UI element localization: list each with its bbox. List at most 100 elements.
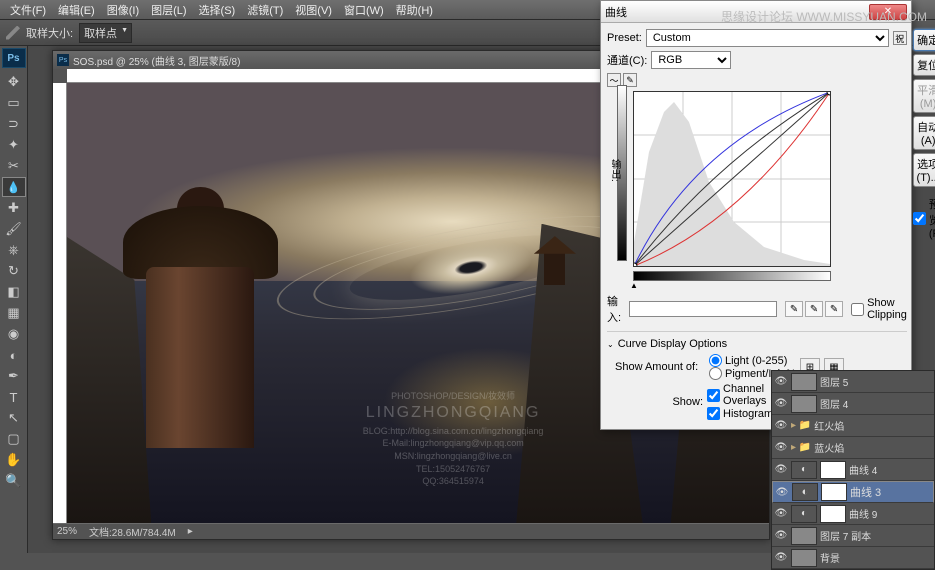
light-radio[interactable]: Light (0-255) [709,354,796,367]
visibility-icon[interactable]: 👁 [774,463,788,477]
layer-row[interactable]: 👁▸ 📁红火焰 [772,415,934,437]
layer-row[interactable]: 👁 图层 5 [772,371,934,393]
input-field[interactable] [629,301,777,317]
show-clipping-checkbox[interactable]: Show Clipping [851,297,907,321]
layer-row[interactable]: 👁◐ 曲线 9 [772,503,934,525]
visibility-icon[interactable]: 👁 [774,507,788,521]
eraser-tool[interactable]: ◧ [2,282,26,302]
adjustment-icon: ◐ [791,461,817,479]
history-brush-tool[interactable]: ↻ [2,261,26,281]
menu-filter[interactable]: 滤镜(T) [241,2,289,18]
channel-select[interactable]: RGB [651,51,731,69]
white-point-eyedropper[interactable]: ✎ [825,301,843,317]
ps-logo-icon: Ps [2,48,26,68]
input-gradient [633,271,831,281]
curve-graph[interactable] [633,91,831,267]
adjustment-icon: ◐ [791,505,817,523]
folder-icon: ▸ 📁 [791,442,811,453]
hand-tool[interactable]: ✋ [2,450,26,470]
stamp-tool[interactable]: ⎈ [2,240,26,260]
preset-select[interactable]: Custom [646,29,889,47]
site-watermark: 思缘设计论坛 WWW.MISSYUAN.COM [721,8,927,25]
ruler-vertical[interactable] [53,83,67,523]
visibility-icon[interactable]: 👁 [774,419,788,433]
black-point-eyedropper[interactable]: ✎ [785,301,803,317]
visibility-icon[interactable]: 👁 [774,375,788,389]
layer-thumb [791,549,817,567]
gradient-tool[interactable]: ▦ [2,303,26,323]
zoom-tool[interactable]: 🔍 [2,471,26,491]
shape-tool[interactable]: ▢ [2,429,26,449]
ok-button[interactable]: 确定 [913,29,935,51]
layer-name: 背景 [820,550,840,565]
layer-name: 曲线 9 [849,506,877,521]
layer-name: 蓝火焰 [814,440,844,455]
preview-checkbox[interactable]: 预览(P) [913,196,935,240]
menu-window[interactable]: 窗口(W) [338,2,390,18]
input-label: 输入: [607,293,621,325]
pen-tool[interactable]: ✒ [2,366,26,386]
smooth-button: 平滑(M) [913,79,935,113]
preset-menu-icon[interactable]: 祝 [893,31,907,45]
doc-size: 文档:28.6M/784.4M [89,524,176,539]
statusbar: 25% 文档:28.6M/784.4M ▸ [53,523,769,539]
dialog-title: 曲线 [605,4,627,20]
gray-point-eyedropper[interactable]: ✎ [805,301,823,317]
toolbox: Ps ✥ ▭ ⊃ ✦ ✂ 💧 ✚ 🖌 ⎈ ↻ ◧ ▦ ◉ ◐ ✒ T ↖ ▢ ✋… [0,46,28,553]
crop-tool[interactable]: ✂ [2,156,26,176]
eyedropper-tool[interactable]: 💧 [2,177,26,197]
path-tool[interactable]: ↖ [2,408,26,428]
statusbar-arrow-icon[interactable]: ▸ [188,526,193,537]
show-label: Show: [615,396,703,408]
layer-name: 曲线 4 [849,462,877,477]
menu-layer[interactable]: 图层(L) [145,2,192,18]
menu-edit[interactable]: 编辑(E) [52,2,101,18]
lasso-tool[interactable]: ⊃ [2,114,26,134]
ps-doc-icon: Ps [57,54,69,66]
layer-thumb [791,527,817,545]
display-options-toggle[interactable]: ⌄Curve Display Options [607,338,907,350]
layers-panel: 👁图层 5👁图层 4👁▸ 📁红火焰👁▸ 📁蓝火焰👁◐曲线 4👁◐曲线 3👁◐曲线… [771,370,935,570]
visibility-icon[interactable]: 👁 [775,485,789,499]
channel-label: 通道(C): [607,52,647,68]
brush-tool[interactable]: 🖌 [2,219,26,239]
layer-name: 图层 5 [820,374,848,389]
menu-image[interactable]: 图像(I) [101,2,145,18]
layer-name: 图层 4 [820,396,848,411]
menu-help[interactable]: 帮助(H) [390,2,439,18]
heal-tool[interactable]: ✚ [2,198,26,218]
options-button[interactable]: 选项(T)... [913,153,935,187]
artwork-watermark: PHOTOSHOP/DESIGN/妆效师 LINGZHONGQIANG BLOG… [278,390,629,488]
menu-select[interactable]: 选择(S) [193,2,242,18]
document-title: SOS.psd @ 25% (曲线 3, 图层蒙版/8) [73,53,240,68]
move-tool[interactable]: ✥ [2,72,26,92]
mask-thumb [820,461,846,479]
visibility-icon[interactable]: 👁 [774,397,788,411]
layer-row[interactable]: 👁◐曲线 3 [772,481,934,503]
blur-tool[interactable]: ◉ [2,324,26,344]
layer-name: 图层 7 副本 [820,528,871,543]
sample-size-select[interactable]: 取样点 [79,23,132,43]
visibility-icon[interactable]: 👁 [774,441,788,455]
layer-name: 曲线 3 [850,484,881,500]
layer-name: 红火焰 [814,418,844,433]
auto-button[interactable]: 自动(A) [913,116,935,150]
layer-row[interactable]: 👁▸ 📁蓝火焰 [772,437,934,459]
layer-row[interactable]: 👁 图层 7 副本 [772,525,934,547]
visibility-icon[interactable]: 👁 [774,529,788,543]
layer-thumb [791,373,817,391]
dodge-tool[interactable]: ◐ [2,345,26,365]
wand-tool[interactable]: ✦ [2,135,26,155]
eyedropper-icon [6,26,20,40]
layer-row[interactable]: 👁◐ 曲线 4 [772,459,934,481]
menu-file[interactable]: 文件(F) [4,2,52,18]
mask-thumb [820,505,846,523]
marquee-tool[interactable]: ▭ [2,93,26,113]
menu-view[interactable]: 视图(V) [289,2,338,18]
curves-dialog: 曲线 ✕ Preset: Custom 祝 通道(C): RGB 〜 ✎ 输出: [600,0,912,430]
layer-row[interactable]: 👁背景 [772,547,934,569]
type-tool[interactable]: T [2,387,26,407]
zoom-level[interactable]: 25% [57,526,77,537]
cancel-button[interactable]: 复位 [913,54,935,76]
layer-row[interactable]: 👁 图层 4 [772,393,934,415]
